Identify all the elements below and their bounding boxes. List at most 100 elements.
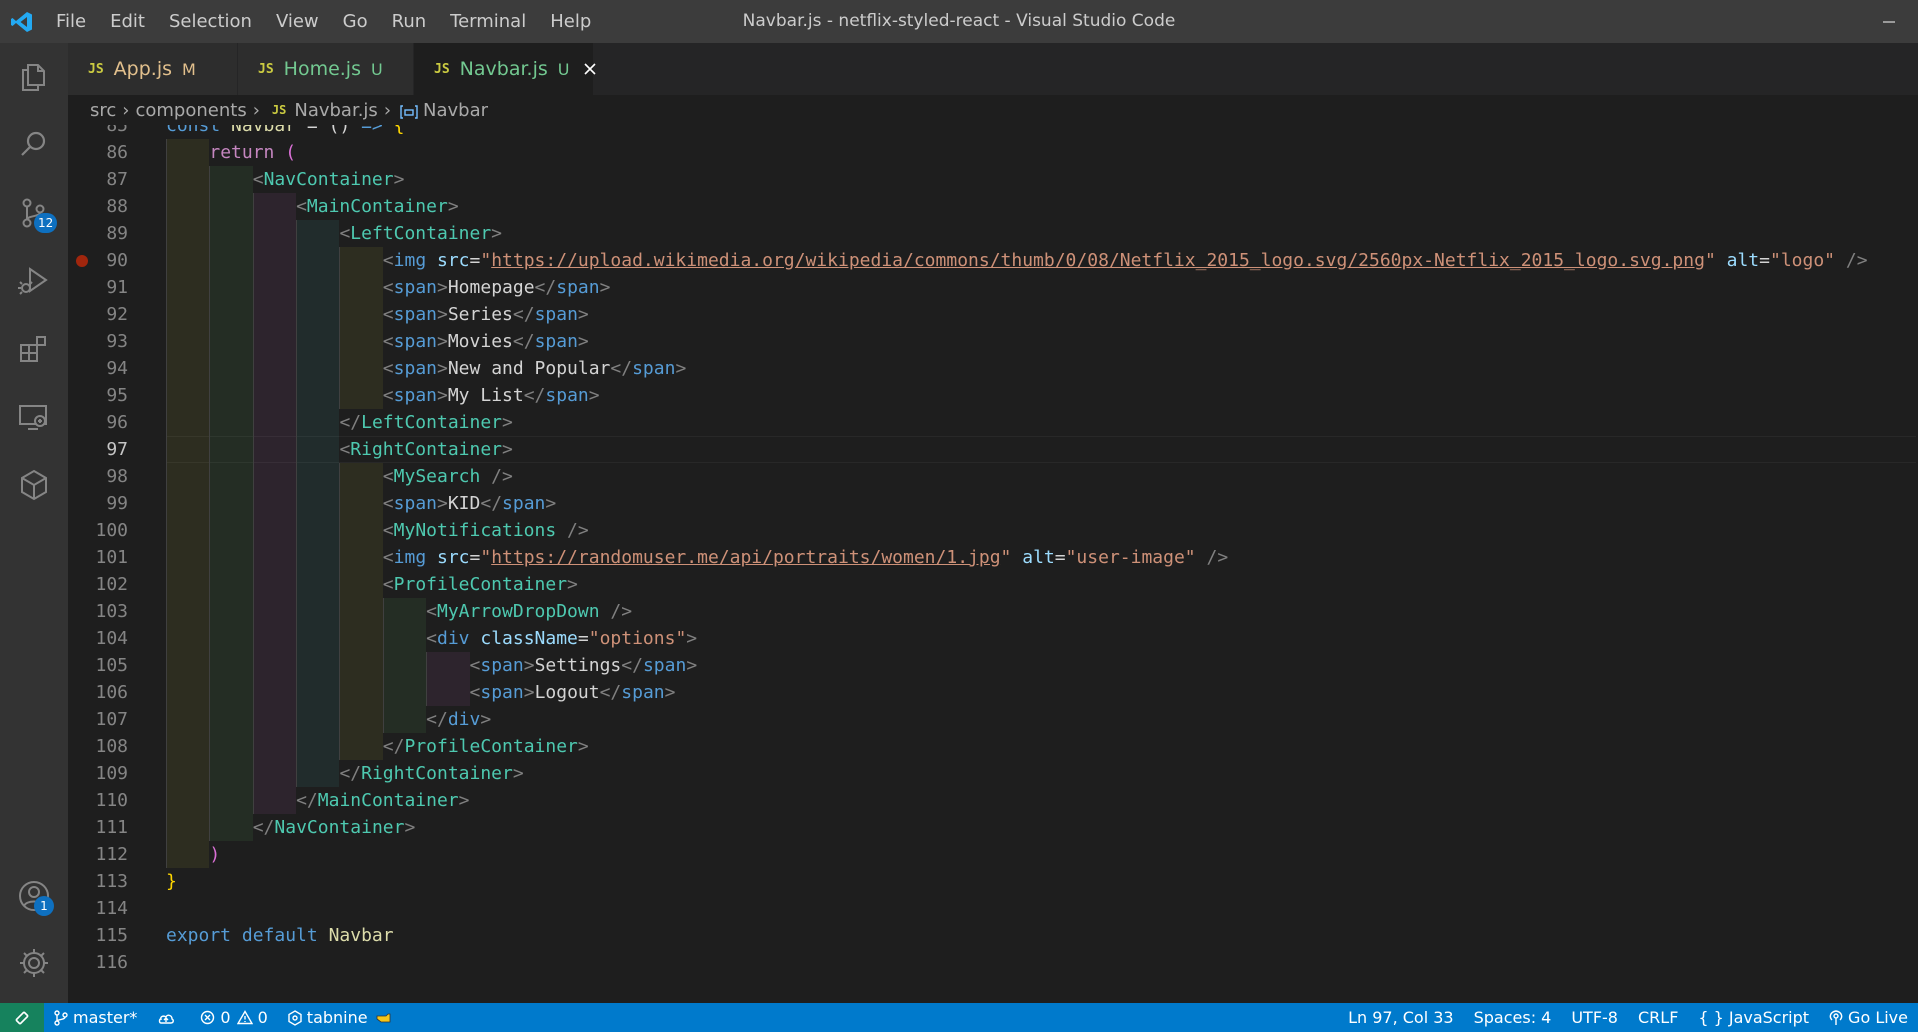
menu-help[interactable]: Help: [538, 0, 603, 43]
code-line[interactable]: }: [166, 868, 177, 895]
file-encoding[interactable]: UTF-8: [1561, 1003, 1628, 1032]
line-number[interactable]: 111: [68, 814, 128, 841]
tab-home-js[interactable]: JS Home.js U: [238, 43, 414, 95]
breadcrumb-file[interactable]: Navbar.js: [294, 100, 377, 121]
code-line[interactable]: <NavContainer>: [253, 166, 405, 193]
line-number[interactable]: 97: [68, 436, 128, 463]
line-number[interactable]: 104: [68, 625, 128, 652]
line-number[interactable]: 92: [68, 301, 128, 328]
line-number[interactable]: 105: [68, 652, 128, 679]
line-number[interactable]: 113: [68, 868, 128, 895]
line-number[interactable]: 91: [68, 274, 128, 301]
cube-icon[interactable]: [0, 455, 68, 515]
line-number-gutter[interactable]: 85 86 87 88 89 90 91 92 93 94 95 96 97 98 99 100 101 102 1…: [68, 125, 168, 1003]
line-number[interactable]: 109: [68, 760, 128, 787]
code-line[interactable]: <ProfileContainer>: [383, 571, 578, 598]
code-line[interactable]: ): [209, 841, 220, 868]
code-line[interactable]: <span>KID</span>: [383, 490, 556, 517]
indentation[interactable]: Spaces: 4: [1464, 1003, 1562, 1032]
sync-button[interactable]: [147, 1003, 190, 1032]
code-editor[interactable]: 85 86 87 88 89 90 91 92 93 94 95 96 97 98 99 100 101 102 1…: [68, 125, 1918, 1003]
line-number[interactable]: 94: [68, 355, 128, 382]
tab-app-js[interactable]: JS App.js M: [68, 43, 238, 95]
code-line[interactable]: return (: [209, 139, 296, 166]
menu-file[interactable]: File: [44, 0, 98, 43]
menu-run[interactable]: Run: [380, 0, 439, 43]
git-branch[interactable]: master*: [44, 1003, 147, 1032]
cursor-position[interactable]: Ln 97, Col 33: [1338, 1003, 1464, 1032]
code-line[interactable]: </div>: [426, 706, 491, 733]
code-line[interactable]: export default Navbar: [166, 922, 394, 949]
code-area[interactable]: const Navbar = () => {return (<NavContai…: [166, 125, 1916, 1003]
line-number[interactable]: 112: [68, 841, 128, 868]
code-line[interactable]: <MainContainer>: [296, 193, 459, 220]
line-number[interactable]: 86: [68, 139, 128, 166]
code-line[interactable]: </NavContainer>: [253, 814, 416, 841]
menu-view[interactable]: View: [264, 0, 331, 43]
remote-explorer-icon[interactable]: [0, 387, 68, 447]
breadcrumb-components[interactable]: components: [135, 100, 246, 121]
code-line[interactable]: <LeftContainer>: [339, 220, 502, 247]
account-icon[interactable]: 1: [0, 866, 68, 926]
code-line[interactable]: <span>Series</span>: [383, 301, 589, 328]
code-line[interactable]: </RightContainer>: [339, 760, 523, 787]
code-line[interactable]: <div className="options">: [426, 625, 697, 652]
line-number[interactable]: 101: [68, 544, 128, 571]
source-control-icon[interactable]: 12: [0, 183, 68, 243]
code-line[interactable]: <MyNotifications />: [383, 517, 589, 544]
code-line[interactable]: <span>Settings</span>: [470, 652, 698, 679]
code-line[interactable]: <span>Logout</span>: [470, 679, 676, 706]
close-icon[interactable]: [583, 60, 597, 78]
breadcrumb-symbol[interactable]: Navbar: [423, 100, 488, 121]
line-number[interactable]: 108: [68, 733, 128, 760]
line-number[interactable]: 106: [68, 679, 128, 706]
run-debug-icon[interactable]: [0, 251, 68, 311]
code-line[interactable]: </LeftContainer>: [339, 409, 512, 436]
line-number[interactable]: 102: [68, 571, 128, 598]
line-number[interactable]: 93: [68, 328, 128, 355]
code-line[interactable]: <MyArrowDropDown />: [426, 598, 632, 625]
settings-gear-icon[interactable]: [0, 933, 68, 993]
menu-edit[interactable]: Edit: [98, 0, 157, 43]
code-line[interactable]: <RightContainer>: [339, 436, 512, 463]
code-line[interactable]: const Navbar = () => {: [166, 125, 404, 139]
line-number[interactable]: 95: [68, 382, 128, 409]
code-line[interactable]: <span>New and Popular</span>: [383, 355, 687, 382]
line-number[interactable]: 98: [68, 463, 128, 490]
line-number[interactable]: 114: [68, 895, 128, 922]
code-line[interactable]: <span>Movies</span>: [383, 328, 589, 355]
line-number[interactable]: 89: [68, 220, 128, 247]
tab-navbar-js[interactable]: JS Navbar.js U: [414, 43, 597, 95]
line-number[interactable]: 115: [68, 922, 128, 949]
menu-go[interactable]: Go: [331, 0, 380, 43]
minimize-button[interactable]: [1874, 0, 1904, 43]
code-line[interactable]: </MainContainer>: [296, 787, 469, 814]
line-number[interactable]: 99: [68, 490, 128, 517]
line-number[interactable]: 87: [68, 166, 128, 193]
line-number[interactable]: 100: [68, 517, 128, 544]
end-of-line[interactable]: CRLF: [1628, 1003, 1688, 1032]
code-line[interactable]: <img src="https://upload.wikimedia.org/w…: [383, 247, 1868, 274]
code-line[interactable]: <MySearch />: [383, 463, 513, 490]
line-number[interactable]: 110: [68, 787, 128, 814]
line-number[interactable]: 103: [68, 598, 128, 625]
code-line[interactable]: <img src="https://randomuser.me/api/port…: [383, 544, 1228, 571]
extensions-icon[interactable]: [0, 319, 68, 379]
menu-selection[interactable]: Selection: [157, 0, 264, 43]
breakpoint-icon[interactable]: [76, 255, 88, 267]
line-number[interactable]: 107: [68, 706, 128, 733]
search-icon[interactable]: [0, 115, 68, 175]
menu-terminal[interactable]: Terminal: [438, 0, 538, 43]
line-number[interactable]: 96: [68, 409, 128, 436]
language-mode[interactable]: { } JavaScript: [1688, 1003, 1819, 1032]
line-number[interactable]: 116: [68, 949, 128, 976]
remote-indicator-icon[interactable]: [0, 1003, 44, 1032]
line-number[interactable]: 88: [68, 193, 128, 220]
line-number[interactable]: 85: [68, 125, 128, 139]
code-line[interactable]: </ProfileContainer>: [383, 733, 589, 760]
problems-indicator[interactable]: 0 0: [190, 1003, 277, 1032]
code-line[interactable]: <span>Homepage</span>: [383, 274, 611, 301]
breadcrumb-src[interactable]: src: [90, 100, 116, 121]
go-live-button[interactable]: Go Live: [1819, 1003, 1918, 1032]
tabnine-status[interactable]: tabnine: [278, 1003, 409, 1032]
